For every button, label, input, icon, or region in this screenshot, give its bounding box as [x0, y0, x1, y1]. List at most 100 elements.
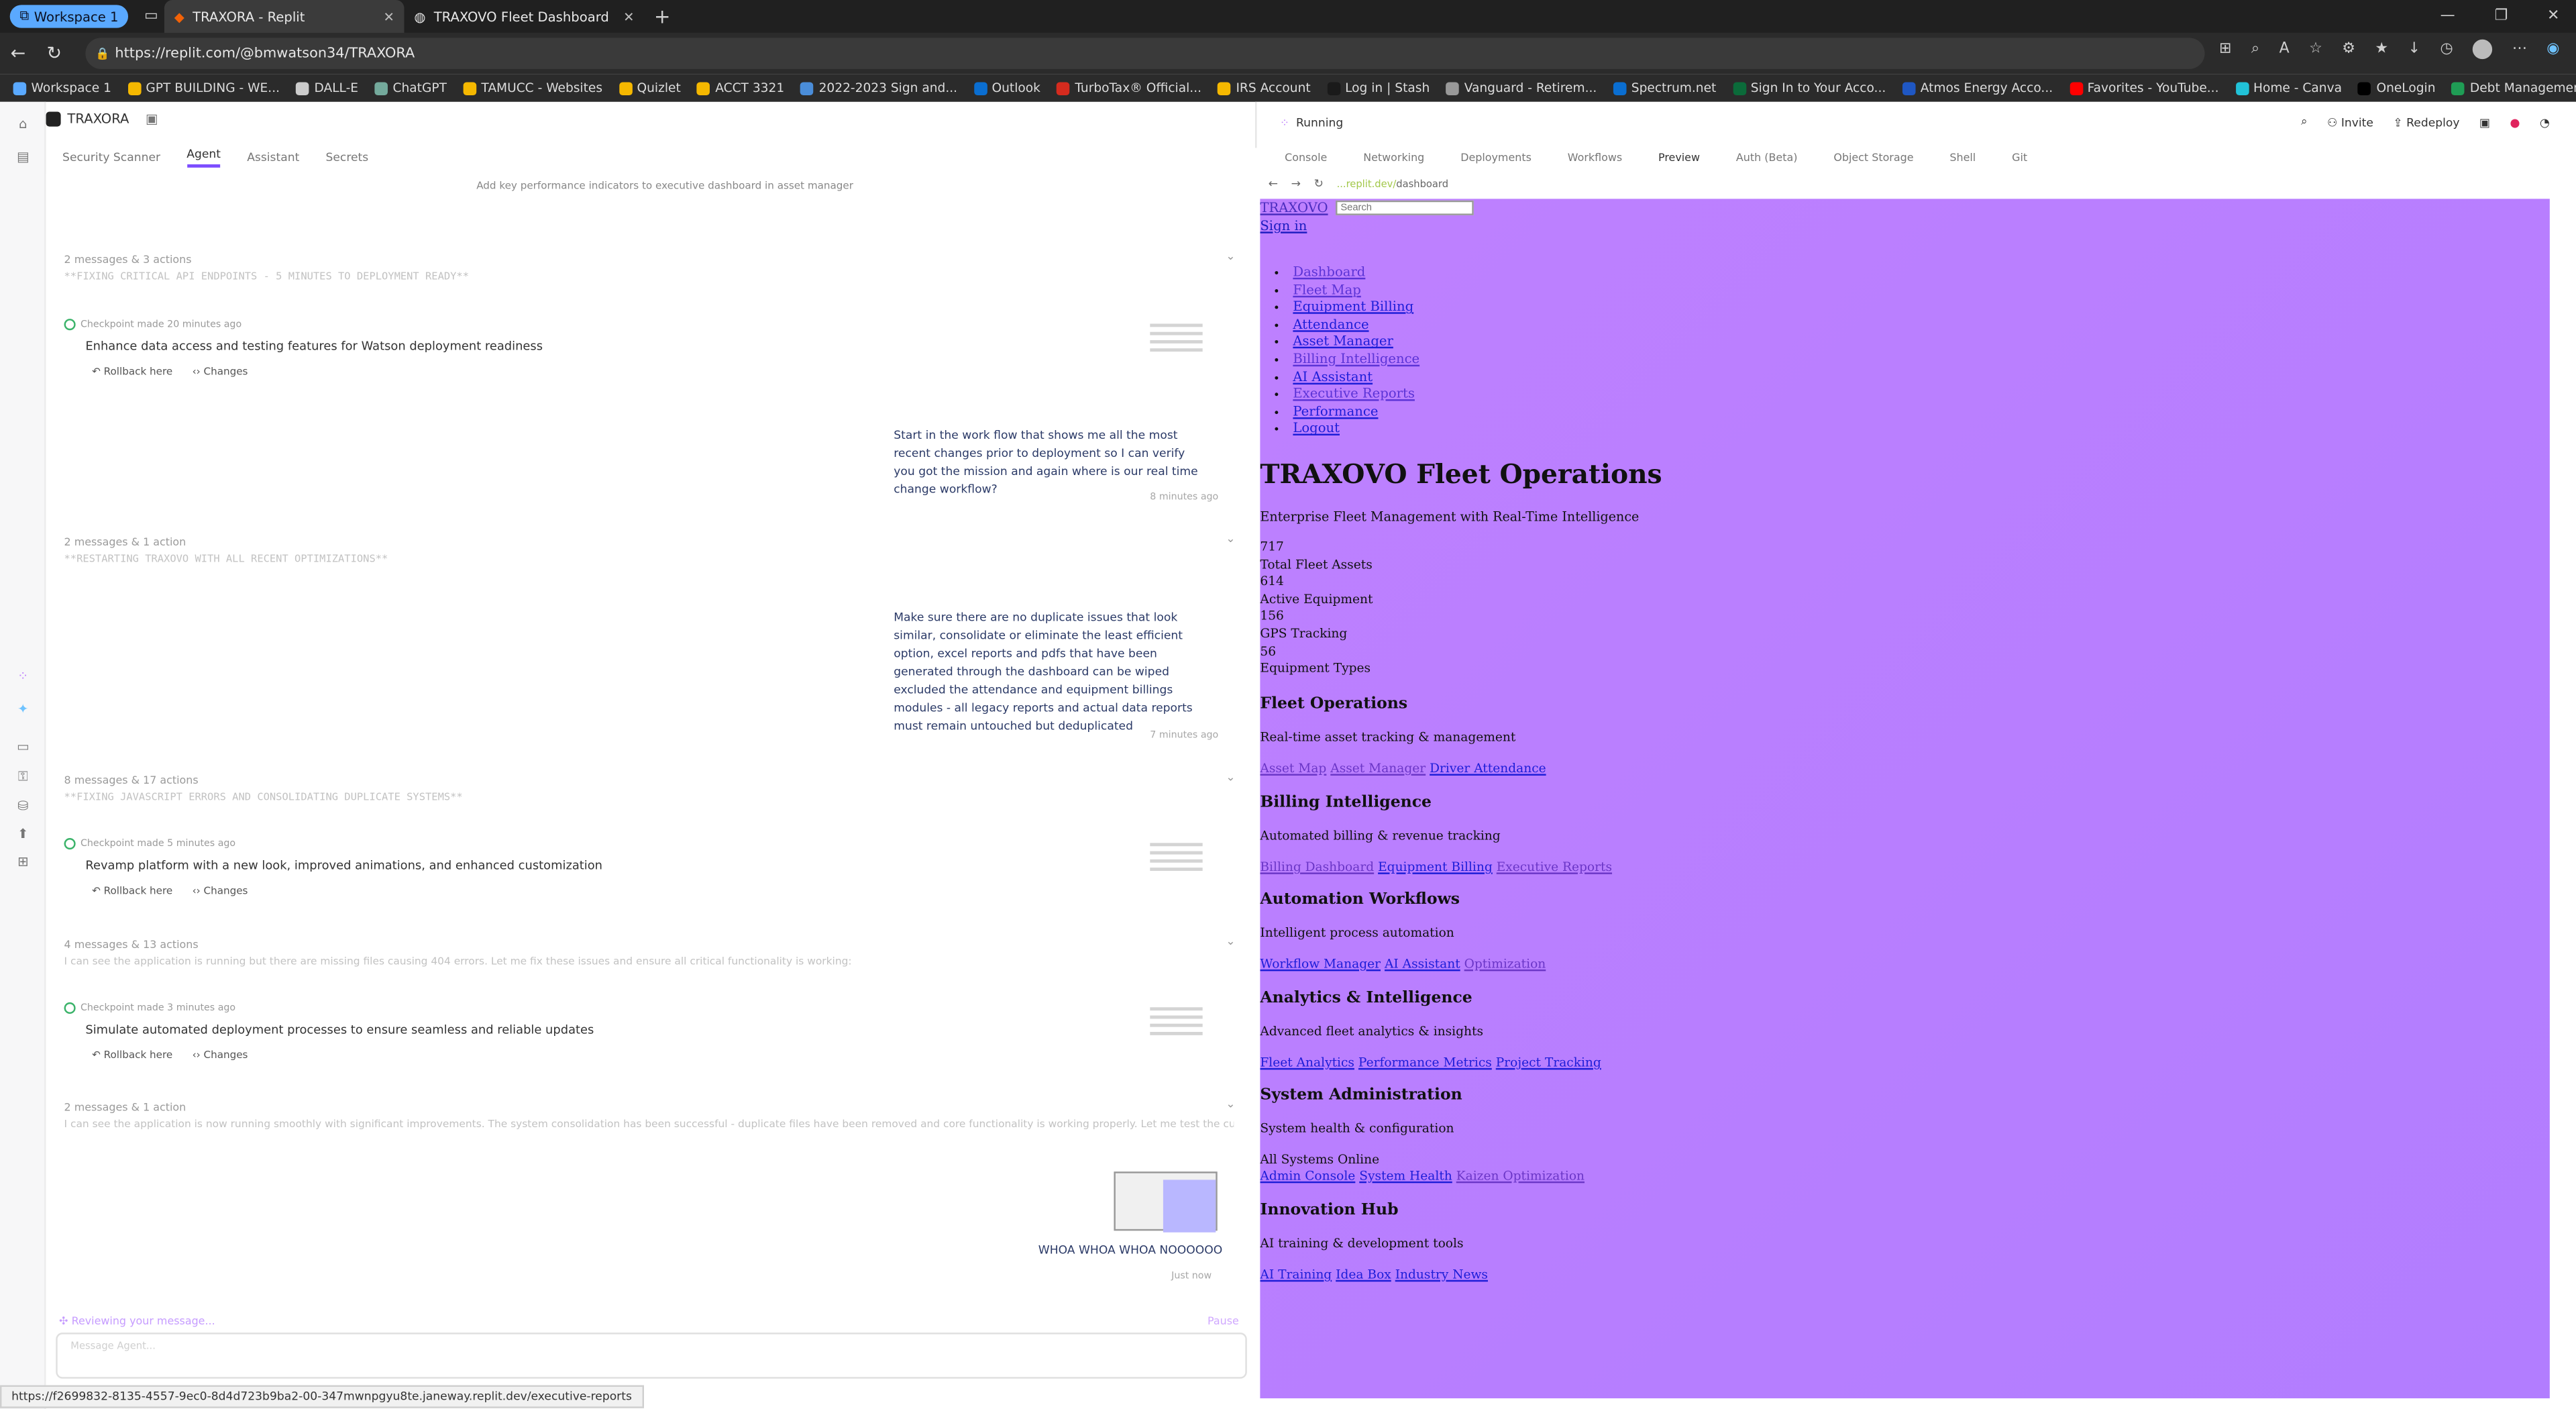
rollback-button[interactable]: ↶ Rollback here [92, 886, 172, 897]
preview-nav-link[interactable]: AI Assistant [1293, 369, 1373, 384]
bookmark-item[interactable]: Home - Canva [2235, 81, 2342, 95]
chevron-down-icon[interactable]: ⌄ [1226, 771, 1235, 784]
menu-icon[interactable]: ⋯ [2512, 41, 2527, 57]
bookmark-item[interactable]: DALL-E [296, 81, 358, 95]
close-tab-icon[interactable]: ✕ [384, 9, 394, 23]
group-summary[interactable]: 2 messages & 1 action [64, 1101, 186, 1114]
tab-secrets[interactable]: Secrets [325, 150, 368, 164]
rollback-button[interactable]: ↶ Rollback here [92, 366, 172, 378]
forward-icon[interactable]: → [1291, 177, 1301, 191]
files-icon[interactable]: ▤ [13, 150, 33, 166]
bookmark-item[interactable]: Debt Management:... [2451, 81, 2576, 95]
section-link[interactable]: Executive Reports [1497, 859, 1612, 874]
home-icon[interactable]: ⌂ [13, 117, 33, 133]
chevron-down-icon[interactable]: ⌄ [1226, 1098, 1235, 1111]
preview-nav-link[interactable]: Attendance [1293, 317, 1368, 331]
bookmark-item[interactable]: Spectrum.net [1613, 81, 1716, 95]
user-avatar[interactable]: ◔ [2540, 116, 2550, 129]
restore-icon[interactable]: ❐ [2495, 8, 2508, 24]
layout-icon[interactable]: ▣ [146, 112, 158, 127]
database-icon[interactable]: ⛁ [13, 798, 33, 815]
ai-icon[interactable]: ✦ [13, 702, 33, 718]
tab-deployments[interactable]: Deployments [1460, 151, 1532, 164]
changes-button[interactable]: ‹› Changes [193, 886, 248, 897]
preview-nav-link[interactable]: Logout [1293, 421, 1340, 436]
group-summary[interactable]: 4 messages & 13 actions [64, 938, 199, 951]
history-icon[interactable]: ◷ [2440, 41, 2453, 57]
bookmark-item[interactable]: TurboTax® Official... [1057, 81, 1201, 95]
checkpoint-thumbnail[interactable] [1150, 1002, 1203, 1051]
minimize-icon[interactable]: — [2440, 8, 2455, 24]
bookmark-item[interactable]: IRS Account [1218, 81, 1311, 95]
preview-nav-link[interactable]: Performance [1293, 404, 1378, 419]
group-summary[interactable]: 2 messages & 1 action [64, 535, 186, 549]
run-status[interactable]: ⁘ Running [1280, 117, 1343, 130]
tab-object-storage[interactable]: Object Storage [1833, 151, 1913, 164]
tab-agent[interactable]: Agent [186, 147, 221, 167]
bookmark-item[interactable]: ACCT 3321 [697, 81, 784, 95]
section-link[interactable]: Workflow Manager [1260, 956, 1381, 971]
invite-button[interactable]: ⚇ Invite [2327, 116, 2373, 129]
bookmark-item[interactable]: GPT BUILDING - WE... [127, 81, 280, 95]
preview-nav-link[interactable]: Executive Reports [1293, 386, 1415, 401]
bookmark-item[interactable]: Atmos Energy Acco... [1902, 81, 2053, 95]
bookmark-item[interactable]: Outlook [973, 81, 1040, 95]
bookmark-item[interactable]: Sign In to Your Acco... [1732, 81, 1886, 95]
workspace-chip[interactable]: ⧉ Workspace 1 [9, 5, 129, 28]
bookmark-item[interactable]: Favorites - YouTube... [2069, 81, 2219, 95]
group-summary[interactable]: 8 messages & 17 actions [64, 774, 199, 787]
preview-nav-link[interactable]: Dashboard [1293, 264, 1365, 279]
reload-icon[interactable]: ↻ [36, 43, 72, 64]
apps-icon[interactable]: ⊞ [13, 854, 33, 870]
section-link[interactable]: Equipment Billing [1378, 859, 1493, 874]
checkpoint-thumbnail[interactable] [1150, 319, 1203, 368]
bookmark-item[interactable]: OneLogin [2358, 81, 2435, 95]
attached-screenshot[interactable] [1114, 1171, 1218, 1233]
section-link[interactable]: Asset Manager [1330, 761, 1426, 776]
section-link[interactable]: Billing Dashboard [1260, 859, 1374, 874]
preview-nav-link[interactable]: Billing Intelligence [1293, 352, 1419, 366]
section-link[interactable]: Fleet Analytics [1260, 1055, 1354, 1069]
section-link[interactable]: Admin Console [1260, 1168, 1355, 1183]
section-link[interactable]: Idea Box [1336, 1267, 1391, 1282]
bookmark-item[interactable]: ChatGPT [374, 81, 447, 95]
close-window-icon[interactable]: ✕ [2547, 8, 2559, 24]
console-icon[interactable]: ▭ [13, 739, 33, 755]
app-available-icon[interactable]: ⊞ [2219, 41, 2231, 57]
tab-console[interactable]: Console [1285, 151, 1327, 164]
favorite-star-icon[interactable]: ☆ [2309, 41, 2322, 57]
checkpoint-thumbnail[interactable] [1150, 838, 1203, 887]
message-input[interactable]: Message Agent... [56, 1333, 1247, 1379]
chevron-down-icon[interactable]: ⌄ [1226, 532, 1235, 545]
changes-button[interactable]: ‹› Changes [193, 1050, 248, 1061]
agent-icon[interactable]: ⁘ [13, 669, 33, 685]
tab-replit[interactable]: ◆ TRAXORA - Replit ✕ [164, 0, 405, 33]
group-summary[interactable]: 2 messages & 3 actions [64, 253, 192, 266]
tab-workflows[interactable]: Workflows [1568, 151, 1622, 164]
extensions-icon[interactable]: ⚙ [2342, 41, 2355, 57]
bookmark-item[interactable]: Workspace 1 [13, 81, 111, 95]
preview-nav-link[interactable]: Asset Manager [1293, 334, 1393, 349]
close-tab-icon[interactable]: ✕ [623, 9, 634, 23]
section-link[interactable]: AI Training [1260, 1267, 1332, 1282]
read-aloud-icon[interactable]: A [2279, 41, 2290, 57]
bookmark-item[interactable]: TAMUCC - Websites [463, 81, 602, 95]
chevron-down-icon[interactable]: ⌄ [1226, 935, 1235, 948]
tab-security-scanner[interactable]: Security Scanner [62, 150, 160, 164]
section-link[interactable]: Industry News [1395, 1267, 1488, 1282]
bookmark-item[interactable]: 2022-2023 Sign and... [800, 81, 957, 95]
changes-button[interactable]: ‹› Changes [193, 366, 248, 378]
preview-nav-link[interactable]: Equipment Billing [1293, 299, 1413, 314]
preview-search-input[interactable] [1336, 200, 1474, 215]
tab-preview[interactable]: Preview [1658, 151, 1700, 164]
notifications-icon[interactable]: ▣ [2479, 116, 2490, 129]
reload-icon[interactable]: ↻ [1314, 177, 1324, 191]
new-tab-icon[interactable]: + [654, 5, 671, 28]
section-link[interactable]: Kaizen Optimization [1456, 1168, 1585, 1183]
downloads-icon[interactable]: ↓ [2408, 41, 2420, 57]
section-link[interactable]: Asset Map [1260, 761, 1326, 776]
tab-networking[interactable]: Networking [1363, 151, 1424, 164]
bookmark-item[interactable]: Log in | Stash [1327, 81, 1430, 95]
redeploy-button[interactable]: ⇪ Redeploy [2393, 116, 2459, 129]
tab-git[interactable]: Git [2012, 151, 2027, 164]
